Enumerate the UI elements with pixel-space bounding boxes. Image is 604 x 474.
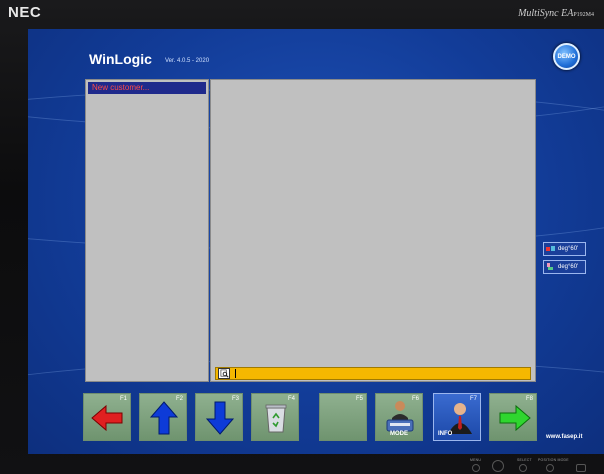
monitor-bezel: NEC MultiSync EAP192M4 WinLogic Ver. 4.0… — [0, 0, 604, 474]
f1-back-button[interactable]: F1 — [83, 393, 131, 441]
f8-forward-button[interactable]: F8 — [489, 393, 537, 441]
monitor-menu-label: MENU — [470, 458, 482, 462]
website-link[interactable]: www.fasep.it — [546, 434, 582, 440]
f7-info-button[interactable]: F7 INFO — [433, 393, 481, 441]
f5-empty-button[interactable]: F5 — [319, 393, 367, 441]
app-screen: WinLogic Ver. 4.0.5 - 2020 DEMO New cust… — [28, 29, 604, 454]
camera-sensor-icon — [546, 245, 555, 253]
monitor-position-mode-label: POSITION MODE — [538, 458, 569, 462]
arrow-right-icon — [499, 404, 531, 432]
recycle-bin-icon — [265, 404, 287, 433]
app-title: WinLogic — [89, 51, 152, 67]
demo-badge[interactable]: DEMO — [553, 43, 580, 70]
monitor-model-label: MultiSync EAP192M4 — [518, 8, 594, 19]
monitor-brand-logo: NEC — [8, 4, 42, 21]
monitor-mode-button[interactable] — [576, 464, 586, 472]
fkey-caption: MODE — [390, 431, 408, 437]
monitor-menu-button[interactable] — [472, 464, 480, 472]
f6-mode-button[interactable]: F6 MODE — [375, 393, 423, 441]
arrow-down-icon — [205, 401, 235, 435]
fkey-label: F5 — [355, 396, 363, 402]
angle-indicator-2-label: deg°60' — [558, 264, 579, 270]
angle-indicator-2[interactable]: deg°60' — [543, 260, 586, 274]
f2-up-button[interactable]: F2 — [139, 393, 187, 441]
customer-list-panel[interactable]: New customer... — [85, 79, 209, 382]
f3-down-button[interactable]: F3 — [195, 393, 243, 441]
monitor-power-button[interactable] — [492, 460, 504, 472]
search-icon — [218, 368, 230, 379]
customer-list-item-new[interactable]: New customer... — [88, 82, 206, 94]
text-caret — [235, 369, 236, 378]
f4-delete-button[interactable]: F4 — [251, 393, 299, 441]
monitor-select-button[interactable] — [519, 464, 527, 472]
arrow-left-icon — [91, 404, 123, 432]
angle-indicator-1-label: deg°60' — [558, 246, 579, 252]
fkey-caption: INFO — [438, 431, 453, 437]
angle-indicator-1[interactable]: deg°60' — [543, 242, 586, 256]
app-version: Ver. 4.0.5 - 2020 — [165, 58, 210, 64]
customer-detail-panel — [210, 79, 536, 382]
search-input[interactable] — [215, 367, 531, 380]
monitor-select-label: SELECT — [517, 458, 532, 462]
monitor-model-number: P192M4 — [573, 12, 594, 18]
monitor-model-name: MultiSync EA — [518, 8, 574, 19]
monitor-position-button[interactable] — [546, 464, 554, 472]
sensor-tilt-icon — [546, 263, 555, 271]
arrow-up-icon — [149, 401, 179, 435]
